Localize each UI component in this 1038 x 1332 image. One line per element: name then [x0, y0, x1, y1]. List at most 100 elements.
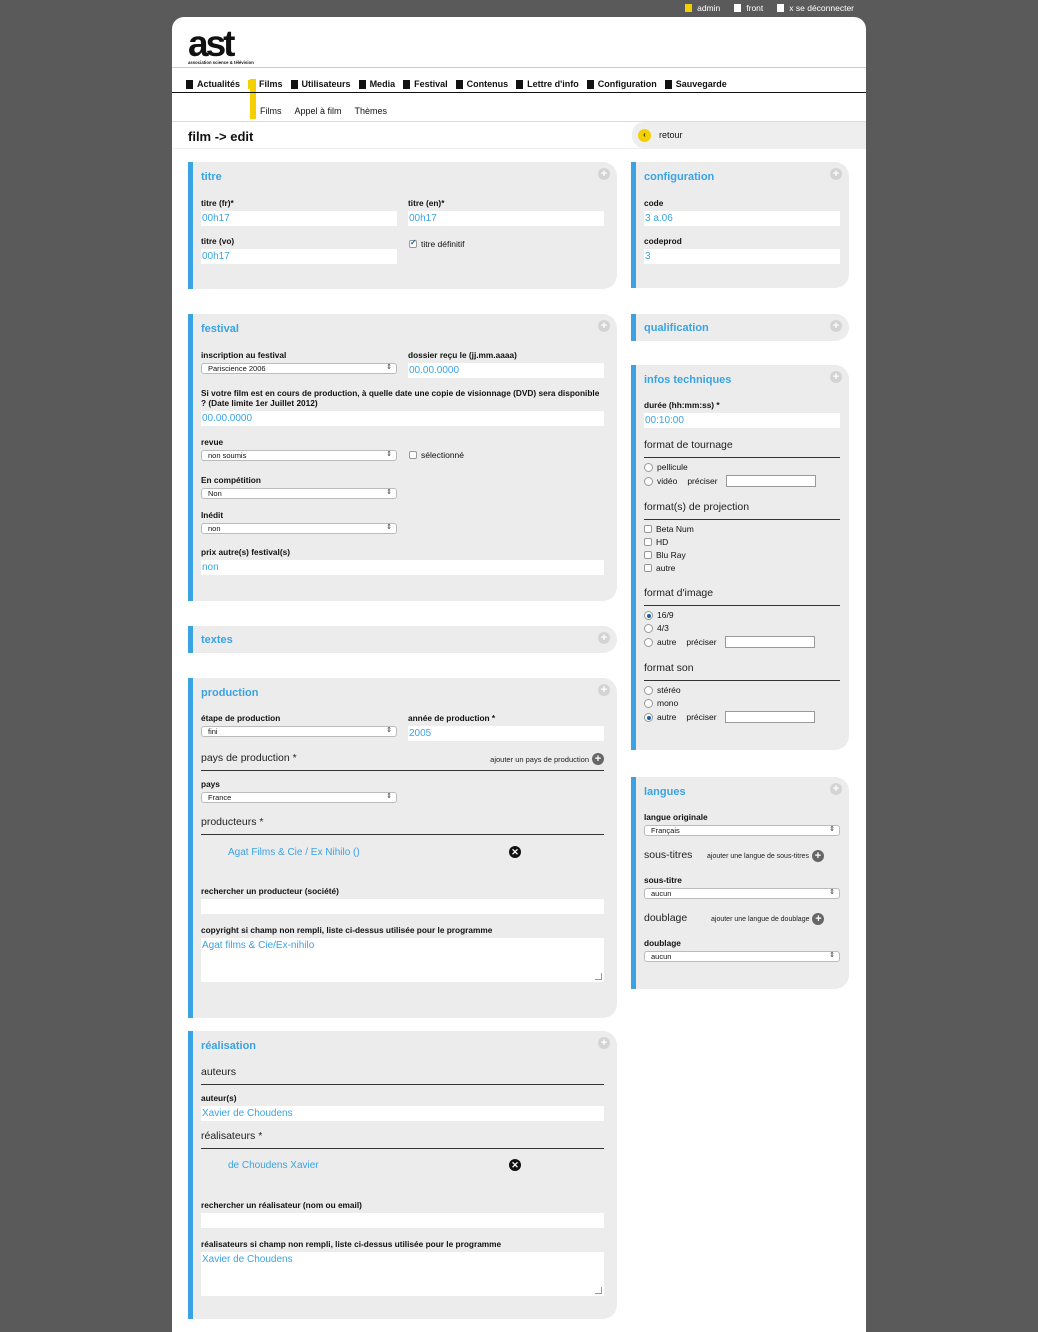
nav-actualites[interactable]: Actualités	[186, 79, 240, 89]
copyright-textarea[interactable]: Agat films & Cie/Ex-nihilo	[201, 938, 604, 982]
checkbox[interactable]	[644, 564, 652, 572]
code-input[interactable]: 3 a.06	[644, 211, 840, 226]
realisateur-entry[interactable]: de Choudens Xavier	[228, 1160, 319, 1171]
logo-text: ast	[188, 23, 235, 64]
pays-select[interactable]: France ⇕	[201, 792, 397, 803]
remove-producteur-icon[interactable]: ✕	[509, 846, 521, 858]
back-label: retour	[659, 130, 683, 140]
remove-realisateur-icon[interactable]: ✕	[509, 1159, 521, 1171]
nav-lettre-info[interactable]: Lettre d'info	[516, 79, 579, 89]
nav-utilisateurs[interactable]: Utilisateurs	[290, 79, 351, 89]
checkbox[interactable]	[644, 538, 652, 546]
subnav-themes[interactable]: Thèmes	[355, 106, 388, 116]
expand-plus-icon[interactable]: +	[598, 632, 610, 644]
checkbox-beta-num[interactable]: Beta Num	[644, 524, 694, 534]
soustitre-select[interactable]: aucun ⇕	[644, 888, 840, 899]
dossier-input[interactable]: 00.00.0000	[408, 363, 604, 378]
nav-sauvegarde[interactable]: Sauvegarde	[664, 79, 727, 89]
collapse-plus-icon[interactable]: +	[598, 1037, 610, 1049]
divider	[644, 457, 840, 458]
producteur-entry[interactable]: Agat Films & Cie / Ex Nihilo ()	[228, 847, 360, 858]
revue-select[interactable]: non soumis ⇕	[201, 450, 397, 461]
titre-definitif-checkbox[interactable]: titre définitif	[409, 238, 464, 249]
add-doublage-button[interactable]: ajouter une langue de doublage +	[711, 913, 825, 925]
radio-button[interactable]	[644, 623, 653, 633]
section-configuration: configuration + code 3 a.06 codeprod 3	[631, 162, 849, 288]
preciser-image-input[interactable]	[724, 636, 815, 648]
radio-button[interactable]	[644, 698, 653, 708]
collapse-plus-icon[interactable]: +	[598, 684, 610, 696]
realisateurs-textarea[interactable]: Xavier de Choudens	[201, 1252, 604, 1296]
titre-en-input[interactable]: 00h17	[408, 211, 604, 226]
checkbox[interactable]	[644, 525, 652, 533]
annee-input[interactable]: 2005	[408, 726, 604, 741]
field-pays: pays France ⇕	[201, 779, 397, 803]
etape-select[interactable]: fini ⇕	[201, 726, 397, 737]
radio-16-9[interactable]: 16/9	[644, 610, 674, 620]
preciser-son-input[interactable]	[724, 711, 815, 723]
duree-input[interactable]: 00:10:00	[644, 413, 840, 428]
auteur-input[interactable]: Xavier de Choudens	[201, 1106, 604, 1121]
radio-pellicule[interactable]: pellicule	[644, 462, 688, 472]
admin-link[interactable]: admin	[685, 3, 720, 13]
radio-4-3[interactable]: 4/3	[644, 623, 669, 633]
add-soustitre-button[interactable]: ajouter une langue de sous-titres +	[707, 850, 824, 862]
section-textes[interactable]: textes +	[188, 626, 617, 653]
section-langues: langues + langue originale Français ⇕ sou…	[631, 777, 849, 989]
back-button[interactable]: ‹ retour	[632, 122, 866, 148]
radio-stereo[interactable]: stéréo	[644, 685, 681, 695]
subnav-appel-a-film[interactable]: Appel à film	[295, 106, 342, 116]
expand-plus-icon[interactable]: +	[830, 320, 842, 332]
checkbox-hd[interactable]: HD	[644, 537, 668, 547]
field-titre-vo: titre (vo) 00h17	[201, 236, 397, 264]
radio-mono[interactable]: mono	[644, 698, 678, 708]
langue-originale-select[interactable]: Français ⇕	[644, 825, 840, 836]
nav-contenus[interactable]: Contenus	[455, 79, 508, 89]
competition-select[interactable]: Non ⇕	[201, 488, 397, 499]
radio-button[interactable]	[644, 476, 653, 486]
inedit-select[interactable]: non ⇕	[201, 523, 397, 534]
checkbox-autre[interactable]: autre	[644, 563, 675, 573]
selectionne-checkbox[interactable]: sélectionné	[409, 450, 464, 460]
collapse-plus-icon[interactable]: +	[830, 168, 842, 180]
checkbox[interactable]	[409, 451, 417, 459]
search-realisateur-input[interactable]	[201, 1213, 604, 1228]
titre-fr-input[interactable]: 00h17	[201, 211, 397, 226]
front-link[interactable]: front	[734, 3, 763, 13]
inscription-select[interactable]: Pariscience 2006 ⇕	[201, 363, 397, 374]
collapse-plus-icon[interactable]: +	[598, 320, 610, 332]
preciser-tournage-input[interactable]	[725, 475, 816, 487]
doublage-select[interactable]: aucun ⇕	[644, 951, 840, 962]
radio-button-selected[interactable]	[644, 610, 653, 620]
radio-button[interactable]	[644, 462, 653, 472]
collapse-plus-icon[interactable]: +	[830, 783, 842, 795]
collapse-plus-icon[interactable]: +	[830, 371, 842, 383]
resize-grip-icon[interactable]	[595, 973, 602, 980]
nav-films[interactable]: Films	[248, 79, 283, 89]
resize-grip-icon[interactable]	[595, 1287, 602, 1294]
checkbox[interactable]	[644, 551, 652, 559]
checkbox-checked[interactable]	[409, 238, 417, 248]
copie-input[interactable]: 00.00.0000	[201, 411, 604, 426]
collapse-plus-icon[interactable]: +	[598, 168, 610, 180]
prix-input[interactable]: non	[201, 560, 604, 575]
radio-button[interactable]	[644, 685, 653, 695]
nav-configuration[interactable]: Configuration	[586, 79, 657, 89]
radio-button[interactable]	[644, 637, 653, 647]
radio-image-autre[interactable]: autre préciser	[644, 636, 815, 648]
codeprod-input[interactable]: 3	[644, 249, 840, 264]
radio-video[interactable]: vidéo préciser	[644, 475, 816, 487]
radio-son-autre[interactable]: autre préciser	[644, 711, 815, 723]
checkbox-blu-ray[interactable]: Blu Ray	[644, 550, 686, 560]
logout-link[interactable]: x se déconnecter	[777, 3, 854, 13]
nav-festival[interactable]: Festival	[403, 79, 448, 89]
select-arrow-icon: ⇕	[829, 952, 835, 959]
search-producteur-input[interactable]	[201, 899, 604, 914]
logo[interactable]: ast association science & télévision	[188, 23, 270, 65]
titre-vo-input[interactable]: 00h17	[201, 249, 397, 264]
subnav-films[interactable]: Films	[260, 106, 282, 116]
section-qualification[interactable]: qualification +	[631, 314, 849, 341]
nav-media[interactable]: Media	[358, 79, 395, 89]
add-pays-button[interactable]: ajouter un pays de production +	[490, 753, 604, 765]
radio-button-selected[interactable]	[644, 712, 653, 722]
